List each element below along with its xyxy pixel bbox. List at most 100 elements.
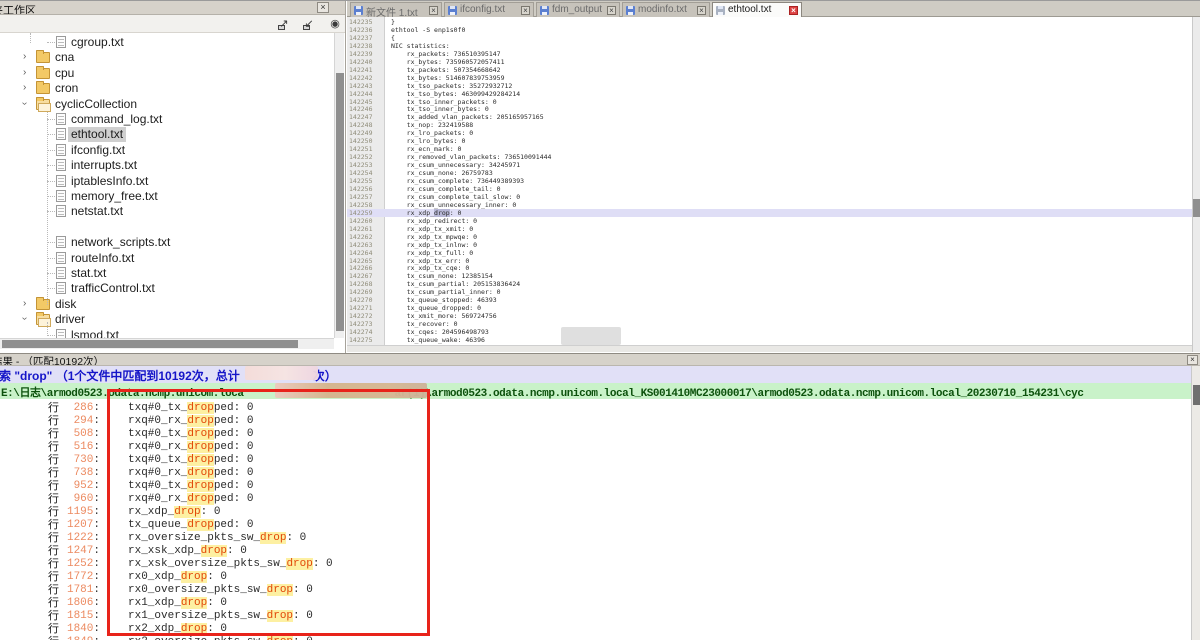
tree-item-cpu[interactable]: ›cpu	[0, 66, 334, 81]
editor-line[interactable]: 142251 rx_ecn_mark: 0	[347, 145, 1192, 153]
editor-line[interactable]: 142256 rx_csum_complete_tail: 0	[347, 185, 1192, 193]
results-close-icon[interactable]: ×	[1187, 355, 1198, 365]
tree-item-netstat-txt[interactable]: netstat.txt	[0, 204, 334, 219]
line-number: 142244	[349, 90, 383, 98]
tree-connector	[47, 288, 55, 289]
editor-line[interactable]: 142259 rx_xdp_drop: 0	[347, 209, 1192, 217]
editor-line[interactable]: 142244 tx_tso_bytes: 463099429284214	[347, 90, 1192, 98]
editor-line[interactable]: 142270 tx_queue_stopped: 46393	[347, 296, 1192, 304]
tree-item-iptablesinfo-txt[interactable]: iptablesInfo.txt	[0, 174, 334, 189]
editor-line[interactable]: 142253 rx_csum_unnecessary: 34245971	[347, 161, 1192, 169]
tree-item-routeinfo-txt[interactable]: routeInfo.txt	[0, 251, 334, 266]
editor-line[interactable]: 142245 tx_tso_inner_packets: 0	[347, 98, 1192, 106]
line-text: rx_xdp_tx_inlnw: 0	[391, 241, 477, 249]
editor-line[interactable]: 142275 tx_queue_wake: 46396	[347, 336, 1192, 344]
locate-file-icon[interactable]: ◉	[327, 17, 343, 31]
editor-line[interactable]: 142254 rx_csum_none: 26759783	[347, 169, 1192, 177]
editor-line[interactable]: 142269 tx_csum_partial_inner: 0	[347, 288, 1192, 296]
editor-line[interactable]: 142246 tx_tso_inner_bytes: 0	[347, 105, 1192, 113]
tree-vscroll-thumb[interactable]	[336, 73, 344, 331]
editor-line[interactable]: 142235}	[347, 18, 1192, 26]
tab-ifconfig-txt[interactable]: ifconfig.txt×	[444, 2, 534, 17]
line-number: 142251	[349, 145, 383, 153]
editor-line[interactable]: 142271 tx_queue_dropped: 0	[347, 304, 1192, 312]
result-row[interactable]: 行1849:rx2_oversize_pkts_sw_drop: 0	[0, 636, 1200, 640]
tree-item-trafficcontrol-txt[interactable]: trafficControl.txt	[0, 281, 334, 296]
editor-line[interactable]: 142248 tx_nop: 232419588	[347, 121, 1192, 129]
chevron-right-icon[interactable]: ›	[23, 298, 26, 309]
tree-item-disk[interactable]: ›disk	[0, 297, 334, 312]
editor-vertical-scrollbar[interactable]	[1192, 17, 1200, 352]
tree-item-cgroup-txt[interactable]: cgroup.txt	[0, 35, 334, 50]
tree-item-cycliccollection[interactable]: ›cyclicCollection	[0, 97, 334, 112]
expand-all-icon[interactable]: ↗	[276, 17, 292, 31]
editor-line[interactable]: 142257 rx_csum_complete_tail_slow: 0	[347, 193, 1192, 201]
tree-item-stat-txt[interactable]: stat.txt	[0, 266, 334, 281]
editor-line[interactable]: 142239 rx_packets: 736510395147	[347, 50, 1192, 58]
editor-line[interactable]: 142261 rx_xdp_tx_xmit: 0	[347, 225, 1192, 233]
tree-connector	[47, 42, 55, 43]
chevron-down-icon[interactable]: ›	[19, 101, 30, 104]
tab-close-icon[interactable]: ×	[607, 6, 616, 15]
tree-item-cna[interactable]: ›cna	[0, 50, 334, 65]
tree-connector	[47, 181, 55, 182]
editor-line[interactable]: 142250 rx_lro_bytes: 0	[347, 137, 1192, 145]
editor-line[interactable]: 142240 rx_bytes: 735960572057411	[347, 58, 1192, 66]
editor-line[interactable]: 142255 rx_csum_complete: 736449389393	[347, 177, 1192, 185]
editor-line[interactable]: 142247 tx_added_vlan_packets: 2051659571…	[347, 113, 1192, 121]
tree-item-ifconfig-txt[interactable]: ifconfig.txt	[0, 143, 334, 158]
tree-item-interrupts-txt[interactable]: interrupts.txt	[0, 158, 334, 173]
editor-line[interactable]: 142262 rx_xdp_tx_mpwqe: 0	[347, 233, 1192, 241]
editor-line[interactable]: 142237{	[347, 34, 1192, 42]
editor-line[interactable]: 142266 rx_xdp_tx_cqe: 0	[347, 264, 1192, 272]
results-vscroll-thumb[interactable]	[1193, 385, 1200, 405]
line-number: 142249	[349, 129, 383, 137]
tab--1-txt[interactable]: 新文件 1.txt×	[350, 2, 442, 17]
chevron-right-icon[interactable]: ›	[23, 82, 26, 93]
tree-item-lsmod-txt[interactable]: lsmod.txt	[0, 328, 334, 338]
tree-horizontal-scrollbar[interactable]	[0, 338, 334, 349]
chevron-down-icon[interactable]: ›	[19, 317, 30, 320]
tree-item-ethtool-txt[interactable]: ethtool.txt	[0, 127, 334, 142]
editor-line[interactable]: 142264 rx_xdp_tx_full: 0	[347, 249, 1192, 257]
editor-line[interactable]: 142238NIC statistics:	[347, 42, 1192, 50]
tree-item-driver[interactable]: ›driver	[0, 312, 334, 327]
editor-line[interactable]: 142263 rx_xdp_tx_inlnw: 0	[347, 241, 1192, 249]
chevron-right-icon[interactable]: ›	[23, 51, 26, 62]
tree-item-memory-free-txt[interactable]: memory_free.txt	[0, 189, 334, 204]
tree-hscroll-thumb[interactable]	[2, 340, 298, 348]
editor-line[interactable]: 142265 rx_xdp_tx_err: 0	[347, 257, 1192, 265]
tab-modinfo-txt[interactable]: modinfo.txt×	[622, 2, 710, 17]
tab-close-icon[interactable]: ×	[521, 6, 530, 15]
blurred-watermark	[561, 327, 621, 345]
line-text: tx_csum_none: 12385154	[391, 272, 493, 280]
tab-fdm-output[interactable]: fdm_output×	[536, 2, 620, 17]
collapse-all-icon[interactable]: ↙	[301, 17, 317, 31]
editor-line[interactable]: 142252 rx_removed_vlan_packets: 73651009…	[347, 153, 1192, 161]
editor-line[interactable]: 142241 tx_packets: 507354668642	[347, 66, 1192, 74]
editor-vscroll-thumb[interactable]	[1193, 199, 1200, 217]
tree-item-cron[interactable]: ›cron	[0, 81, 334, 96]
results-vertical-scrollbar[interactable]	[1191, 366, 1200, 640]
editor-line[interactable]: 142243 tx_tso_packets: 35272932712	[347, 82, 1192, 90]
tab-close-icon[interactable]: ×	[429, 6, 438, 15]
chevron-right-icon[interactable]: ›	[23, 67, 26, 78]
editor-line[interactable]: 142274 tx_cqes: 204596498793	[347, 328, 1192, 336]
editor-body[interactable]: 142235}142236ethtool -S enp1s0f0142237{1…	[347, 17, 1192, 345]
editor-line[interactable]: 142249 rx_lro_packets: 0	[347, 129, 1192, 137]
editor-line[interactable]: 142272 tx_xmit_more: 569724756	[347, 312, 1192, 320]
editor-line[interactable]: 142258 rx_csum_unnecessary_inner: 0	[347, 201, 1192, 209]
workspace-close-icon[interactable]: ×	[317, 2, 329, 13]
tab-close-icon[interactable]: ×	[789, 6, 798, 15]
tree-item-command-log-txt[interactable]: command_log.txt	[0, 112, 334, 127]
editor-line[interactable]: 142242 tx_bytes: 514607839753959	[347, 74, 1192, 82]
tree-vertical-scrollbar[interactable]	[334, 33, 344, 338]
editor-line[interactable]: 142267 tx_csum_none: 12385154	[347, 272, 1192, 280]
editor-line[interactable]: 142260 rx_xdp_redirect: 0	[347, 217, 1192, 225]
editor-line[interactable]: 142236ethtool -S enp1s0f0	[347, 26, 1192, 34]
editor-line[interactable]: 142268 tx_csum_partial: 205153836424	[347, 280, 1192, 288]
editor-line[interactable]: 142273 tx_recover: 0	[347, 320, 1192, 328]
tree-item-network-scripts-txt[interactable]: network_scripts.txt	[0, 235, 334, 250]
tab-close-icon[interactable]: ×	[697, 6, 706, 15]
tab-ethtool-txt[interactable]: ethtool.txt×	[712, 2, 802, 17]
